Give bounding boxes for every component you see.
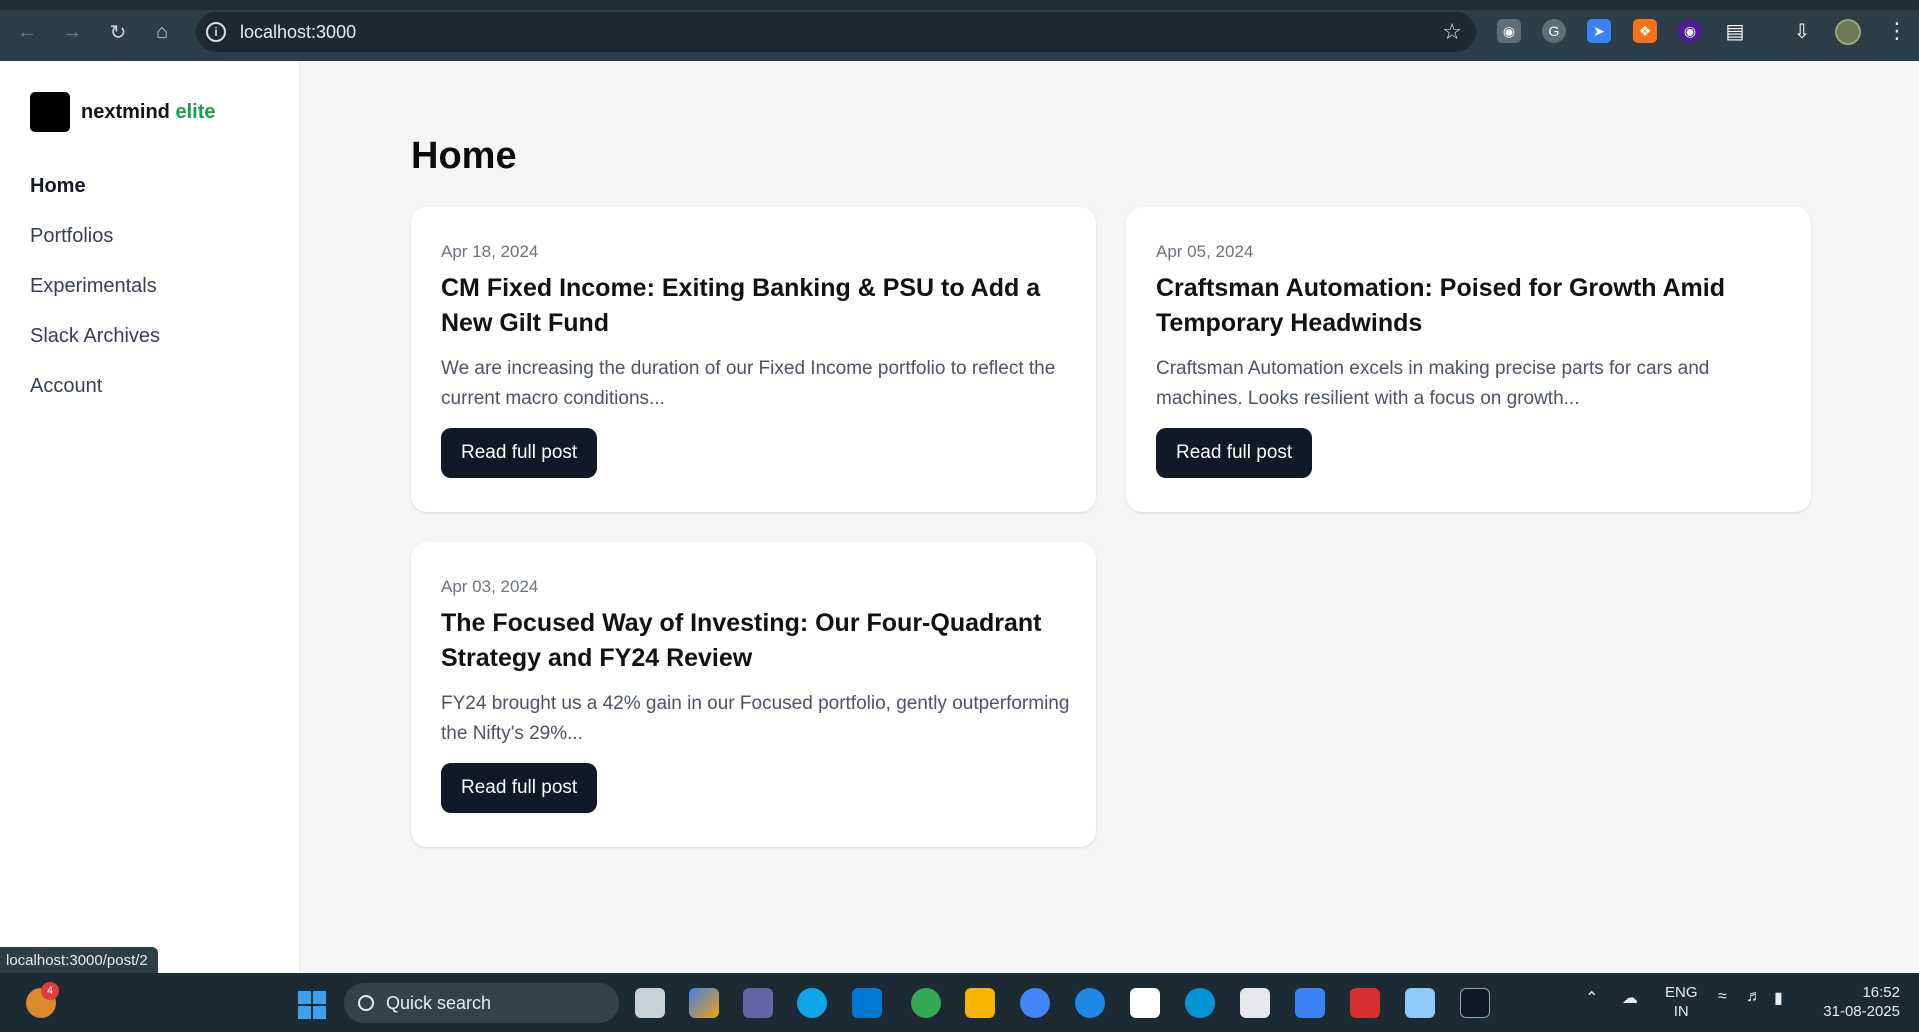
post-date: Apr 05, 2024 (1156, 242, 1254, 261)
orange-extension-icon[interactable]: ❖ (1633, 19, 1657, 43)
wifi-icon[interactable]: ≈ (1718, 988, 1727, 1006)
post-card: Apr 03, 2024 The Focused Way of Investin… (411, 542, 1096, 847)
post-date: Apr 03, 2024 (441, 577, 539, 596)
clock-date: 31-08-2025 (1823, 1003, 1900, 1020)
rocket-extension-icon[interactable]: ➤ (1587, 19, 1611, 43)
taskbar: 4 Quick search ⌃ ☁ ENG IN ≈ ♬ ▮ 16:52 31… (0, 973, 1919, 1032)
copilot-icon[interactable] (689, 988, 719, 1018)
taskbar-search-label: Quick search (386, 992, 492, 1013)
file-explorer-icon[interactable] (965, 988, 995, 1018)
main-content: Home Apr 18, 2024 CM Fixed Income: Exiti… (300, 61, 1919, 973)
brand-name: nextmind elite (81, 101, 216, 124)
post-title[interactable]: CM Fixed Income: Exiting Banking & PSU t… (441, 271, 1061, 341)
forward-icon[interactable]: → (57, 17, 87, 47)
page-title: Home (411, 135, 517, 177)
address-url[interactable]: localhost:3000 (240, 22, 356, 43)
store-icon[interactable] (1130, 988, 1160, 1018)
sidebar-item-experimentals[interactable]: Experimentals (30, 273, 160, 323)
chrome-icon[interactable] (911, 988, 941, 1018)
brand-accent: elite (175, 100, 216, 123)
search-icon (358, 995, 374, 1011)
read-full-post-button[interactable]: Read full post (441, 763, 598, 813)
sidebar-item-slack-archives[interactable]: Slack Archives (30, 323, 160, 373)
task-view-icon[interactable] (635, 988, 665, 1018)
post-excerpt: Craftsman Automation excels in making pr… (1156, 358, 1710, 409)
clock-time: 16:52 (1862, 984, 1900, 1001)
browser-menu-icon[interactable]: ⋮ (1886, 17, 1908, 45)
start-windows-icon[interactable] (298, 991, 326, 1019)
download-icon[interactable]: ⇩ (1790, 19, 1814, 43)
home-icon[interactable]: ⌂ (147, 17, 177, 47)
status-url-tooltip: localhost:3000/post/2 (0, 947, 158, 974)
volume-icon[interactable]: ♬ (1746, 988, 1762, 1006)
sidebar-item-account[interactable]: Account (30, 373, 160, 423)
brand[interactable]: nextmind elite (30, 92, 216, 132)
brand-logo (30, 92, 70, 132)
post-title[interactable]: Craftsman Automation: Poised for Growth … (1156, 271, 1776, 341)
monitor-icon[interactable] (1405, 988, 1435, 1018)
chrome-profile-icon[interactable] (1020, 988, 1050, 1018)
language-indicator[interactable]: ENG IN (1665, 983, 1698, 1021)
grammarly-extension-icon[interactable]: G (1542, 19, 1566, 43)
post-title[interactable]: The Focused Way of Investing: Our Four-Q… (441, 606, 1061, 676)
post-card: Apr 18, 2024 CM Fixed Income: Exiting Ba… (411, 207, 1096, 512)
hp-icon[interactable] (1185, 988, 1215, 1018)
clock[interactable]: 16:52 31-08-2025 (1818, 983, 1900, 1021)
show-hidden-icons[interactable]: ⌃ (1585, 988, 1598, 1008)
sidebar: nextmind elite Home Portfolios Experimen… (0, 61, 300, 973)
sidebar-item-portfolios[interactable]: Portfolios (30, 223, 160, 273)
sidebar-nav: Home Portfolios Experimentals Slack Arch… (30, 173, 160, 423)
back-icon[interactable]: ← (12, 17, 42, 47)
tab-strip (0, 0, 1919, 10)
camera-extension-icon[interactable]: ◉ (1497, 19, 1521, 43)
post-excerpt: FY24 brought us a 42% gain in our Focuse… (441, 693, 1070, 744)
whiteboard-icon[interactable] (1240, 988, 1270, 1018)
read-full-post-button[interactable]: Read full post (441, 428, 598, 478)
teams-icon[interactable] (743, 988, 773, 1018)
brand-name-text: nextmind (81, 100, 170, 123)
pdf-reader-icon[interactable] (1350, 988, 1380, 1018)
edge-icon[interactable] (797, 988, 827, 1018)
language-code: ENG (1665, 984, 1698, 1001)
vscode-icon[interactable] (852, 988, 882, 1018)
photos-icon[interactable] (1295, 988, 1325, 1018)
widgets-badge: 4 (41, 982, 59, 1000)
terminal-icon[interactable] (1460, 988, 1490, 1018)
post-date: Apr 18, 2024 (441, 242, 539, 261)
region-code: IN (1673, 1003, 1689, 1020)
battery-icon[interactable]: ▮ (1774, 988, 1783, 1008)
help-icon[interactable] (1075, 988, 1105, 1018)
profile-avatar[interactable] (1835, 19, 1861, 45)
post-excerpt: We are increasing the duration of our Fi… (441, 358, 1056, 409)
taskbar-search[interactable]: Quick search (344, 983, 619, 1023)
bookmark-star-icon[interactable]: ☆ (1442, 19, 1462, 45)
reload-icon[interactable]: ↻ (103, 17, 133, 47)
read-full-post-button[interactable]: Read full post (1156, 428, 1313, 478)
cloud-sync-icon[interactable]: ☁ (1622, 988, 1638, 1008)
extensions-puzzle-icon[interactable]: ▤ (1723, 19, 1747, 43)
address-bar[interactable]: i localhost:3000 ☆ (196, 12, 1476, 52)
browser-toolbar: ← → ↻ ⌂ i localhost:3000 ☆ ◉ G ➤ ❖ ◉ ▤ ⇩… (0, 0, 1919, 61)
post-card: Apr 05, 2024 Craftsman Automation: Poise… (1126, 207, 1811, 512)
sidebar-item-home[interactable]: Home (30, 173, 160, 223)
eye-extension-icon[interactable]: ◉ (1678, 19, 1702, 43)
site-info-icon[interactable]: i (206, 22, 226, 42)
